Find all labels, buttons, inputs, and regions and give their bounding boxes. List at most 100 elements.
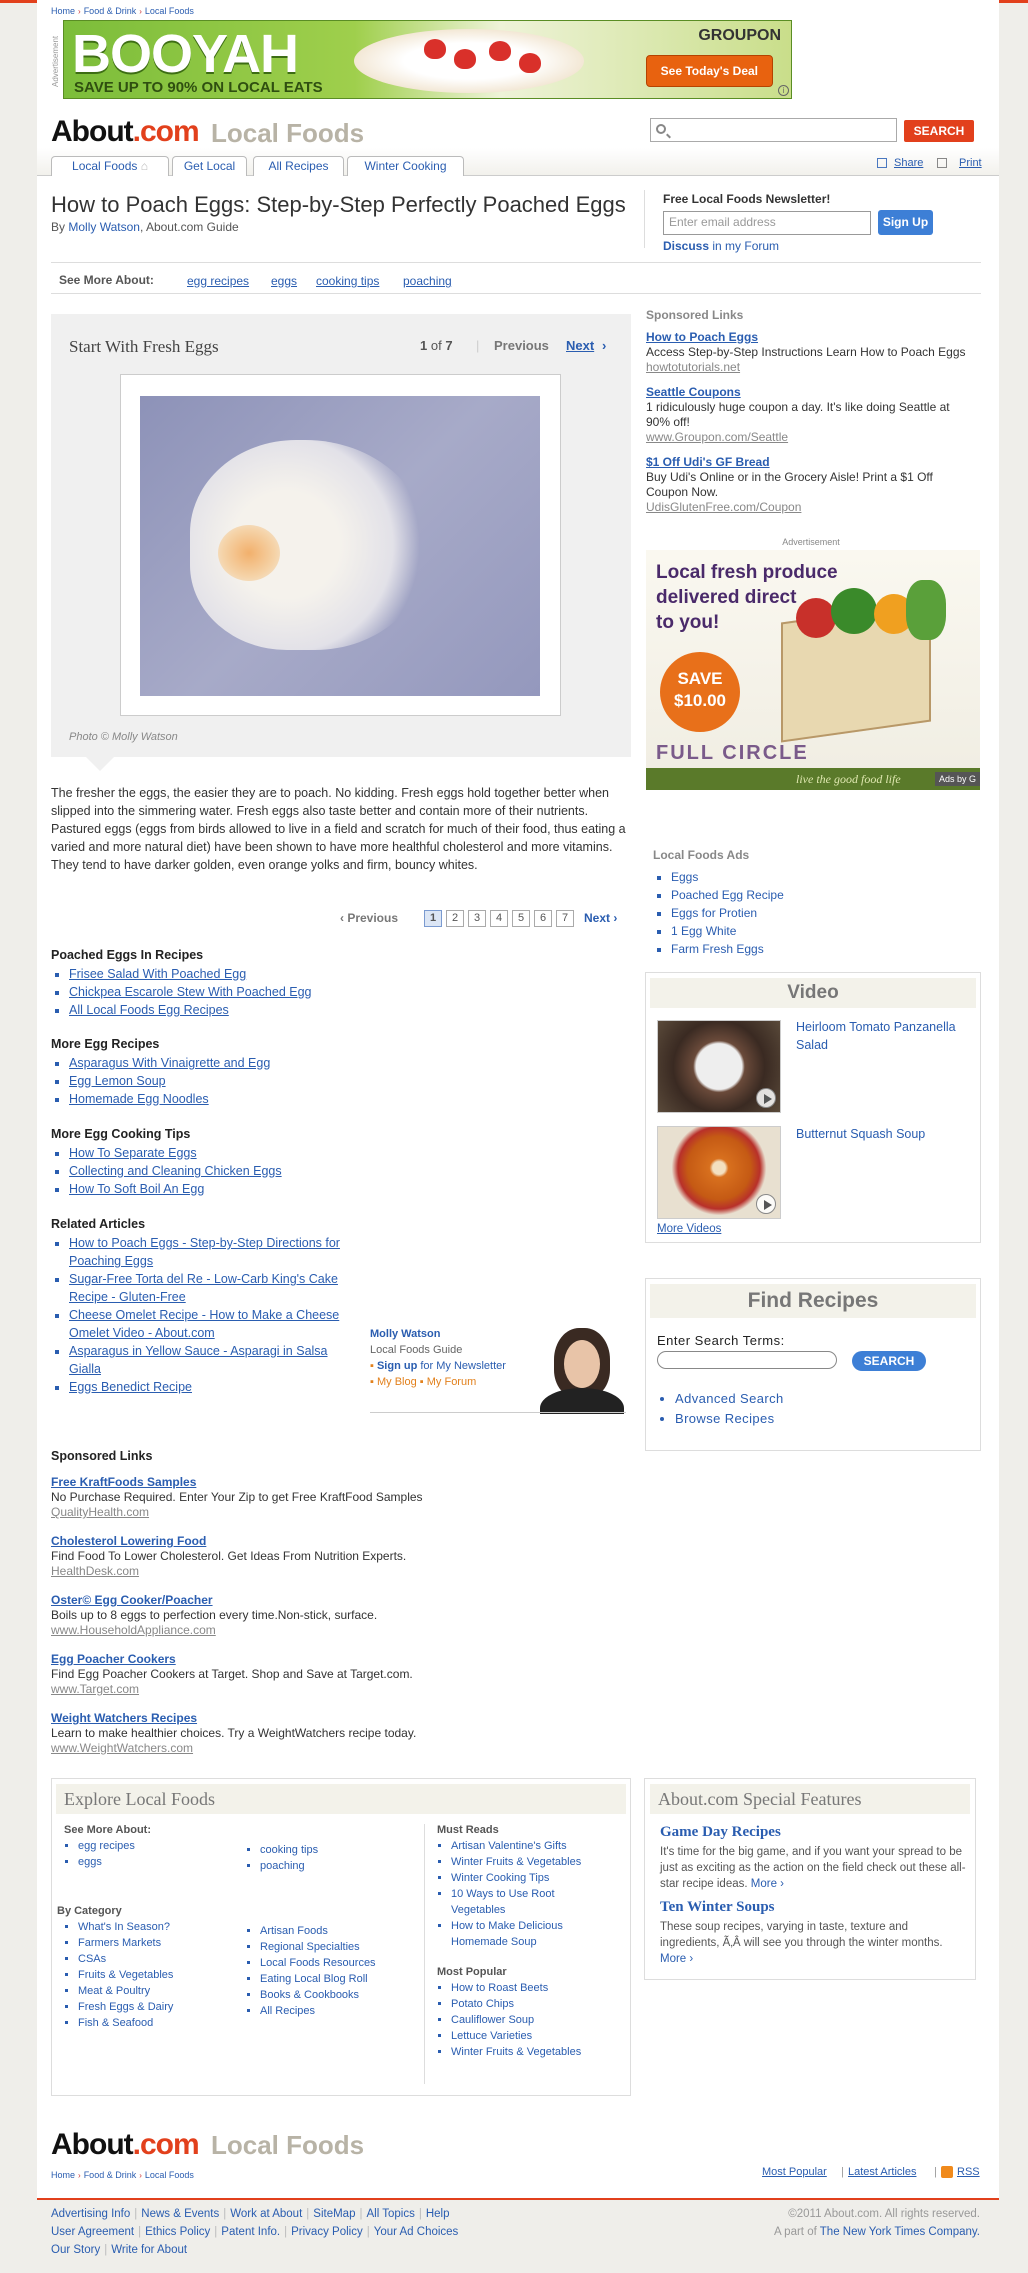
page-2[interactable]: 2 [446,910,464,927]
blog-link[interactable]: My Blog [377,1376,417,1388]
share-icon[interactable] [877,158,887,168]
list-item[interactable]: Homemade Egg Noodles [69,1090,270,1108]
video-link[interactable]: Butternut Squash Soup [796,1125,925,1143]
page-4[interactable]: 4 [490,910,508,927]
footer-link[interactable]: SiteMap [313,2208,355,2220]
list-item[interactable]: Egg Lemon Soup [69,1072,270,1090]
adchoices-badge[interactable]: Ads by G [934,772,980,786]
video-thumbnail[interactable] [657,1020,781,1113]
nyt-link[interactable]: The New York Times Company. [820,2226,980,2238]
footer-link[interactable]: Write for About [111,2244,187,2256]
ad-cta-button[interactable]: See Today's Deal [645,55,773,87]
recipe-search-input[interactable] [657,1351,837,1369]
list-item[interactable]: 10 Ways to Use Root Vegetables [451,1886,597,1918]
footer-link[interactable]: Patent Info. [221,2226,280,2238]
footer-link[interactable]: Ethics Policy [145,2226,210,2238]
footer-link[interactable]: Our Story [51,2244,100,2256]
search-input[interactable] [650,118,897,142]
author-name[interactable]: Molly Watson [370,1328,440,1340]
section-title[interactable]: Local Foods [211,118,364,149]
play-icon[interactable] [756,1088,776,1108]
see-more-poaching[interactable]: poaching [403,274,452,288]
list-item[interactable]: cooking tips [260,1842,318,1858]
full-circle-ad[interactable]: Local fresh produce delivered direct to yo… [646,550,980,790]
list-item[interactable]: What's In Season? [78,1919,173,1935]
rss-icon[interactable] [941,2166,953,2178]
list-item[interactable]: CSAs [78,1951,173,1967]
advanced-search-link[interactable]: Advanced Search [675,1389,784,1409]
list-item[interactable]: Chickpea Escarole Stew With Poached Egg [69,983,312,1001]
recipe-search-button[interactable]: SEARCH [852,1351,926,1371]
breadcrumb-home[interactable]: Home [51,6,75,16]
print-icon[interactable] [937,158,947,168]
list-item[interactable]: egg recipes [78,1838,151,1854]
video-thumbnail[interactable] [657,1126,781,1219]
list-item[interactable]: eggs [78,1854,151,1870]
chevron-right-icon[interactable]: › [602,338,606,353]
list-item[interactable]: Winter Fruits & Vegetables [451,2044,617,2060]
page-1[interactable]: 1 [424,910,442,927]
pagination-next[interactable]: Next › [584,911,617,925]
list-item[interactable]: Fresh Eggs & Dairy [78,1999,173,2015]
list-item[interactable]: Eggs Benedict Recipe [69,1378,341,1396]
special-feature-link[interactable]: Ten Winter Soups [660,1899,775,1916]
page-7[interactable]: 7 [556,910,574,927]
tab-all-recipes[interactable]: All Recipes [253,156,344,176]
forum-link[interactable]: My Forum [427,1376,477,1388]
footer-link[interactable]: User Agreement [51,2226,134,2238]
breadcrumb-local-foods[interactable]: Local Foods [145,2170,194,2180]
footer-most-popular[interactable]: Most Popular [762,2166,827,2178]
list-item[interactable]: Books & Cookbooks [260,1987,376,2003]
list-item[interactable]: Asparagus in Yellow Sauce - Asparagi in … [69,1342,341,1378]
about-logo[interactable]: About.com [51,115,200,149]
sponsored-link[interactable]: Free KraftFoods Samples No Purchase Requi… [51,1475,631,1520]
author-photo[interactable] [534,1326,626,1414]
sponsored-link[interactable]: Oster© Egg Cooker/Poacher Boils up to 8 e… [51,1593,631,1638]
sponsored-link[interactable]: Seattle Coupons 1 ridiculously huge coupo… [646,385,976,445]
footer-rss[interactable]: RSS [957,2166,980,2178]
slide-next[interactable]: Next [566,338,594,353]
tab-winter-cooking[interactable]: Winter Cooking [347,156,464,176]
list-item[interactable]: poaching [260,1858,318,1874]
list-item[interactable]: Regional Specialties [260,1939,376,1955]
list-item[interactable]: How to Poach Eggs - Step-by-Step Directi… [69,1234,341,1270]
more-link[interactable]: More › [751,1878,784,1890]
page-5[interactable]: 5 [512,910,530,927]
list-item[interactable]: Winter Fruits & Vegetables [451,1854,597,1870]
list-item[interactable]: Winter Cooking Tips [451,1870,597,1886]
breadcrumb-food-drink[interactable]: Food & Drink [84,6,137,16]
footer-link[interactable]: News & Events [141,2208,219,2220]
list-item[interactable]: Eggs [671,868,784,886]
list-item[interactable]: Eggs for Protien [671,904,784,922]
footer-link[interactable]: Privacy Policy [291,2226,363,2238]
play-icon[interactable] [756,1194,776,1214]
see-more-eggs[interactable]: eggs [271,274,297,288]
search-button[interactable]: SEARCH [904,120,974,142]
page-3[interactable]: 3 [468,910,486,927]
sponsored-link[interactable]: Weight Watchers Recipes Learn to make hea… [51,1711,631,1756]
list-item[interactable]: Artisan Valentine's Gifts [451,1838,597,1854]
list-item[interactable]: Poached Egg Recipe [671,886,784,904]
list-item[interactable]: Sugar-Free Torta del Re - Low-Carb King'… [69,1270,341,1306]
section-title-footer[interactable]: Local Foods [211,2130,364,2161]
list-item[interactable]: Frisee Salad With Poached Egg [69,965,312,983]
tab-get-local[interactable]: Get Local [172,156,247,176]
page-6[interactable]: 6 [534,910,552,927]
list-item[interactable]: Asparagus With Vinaigrette and Egg [69,1054,270,1072]
list-item[interactable]: How To Soft Boil An Egg [69,1180,282,1198]
footer-link[interactable]: Work at About [230,2208,302,2220]
list-item[interactable]: Fruits & Vegetables [78,1967,173,1983]
list-item[interactable]: Local Foods Resources [260,1955,376,1971]
sponsored-link[interactable]: How to Poach Eggs Access Step-by-Step Ins… [646,330,976,375]
signup-link[interactable]: Sign up [377,1360,417,1372]
see-more-egg-recipes[interactable]: egg recipes [187,274,249,288]
about-logo-footer[interactable]: About.com [51,2128,200,2162]
see-more-cooking-tips[interactable]: cooking tips [316,274,379,288]
list-item[interactable]: Fish & Seafood [78,2015,173,2031]
share-link[interactable]: Share [894,157,923,169]
more-videos-link[interactable]: More Videos [657,1220,721,1238]
list-item[interactable]: All Recipes [260,2003,376,2019]
print-link[interactable]: Print [959,157,982,169]
list-item[interactable]: Meat & Poultry [78,1983,173,1999]
footer-link[interactable]: All Topics [366,2208,414,2220]
